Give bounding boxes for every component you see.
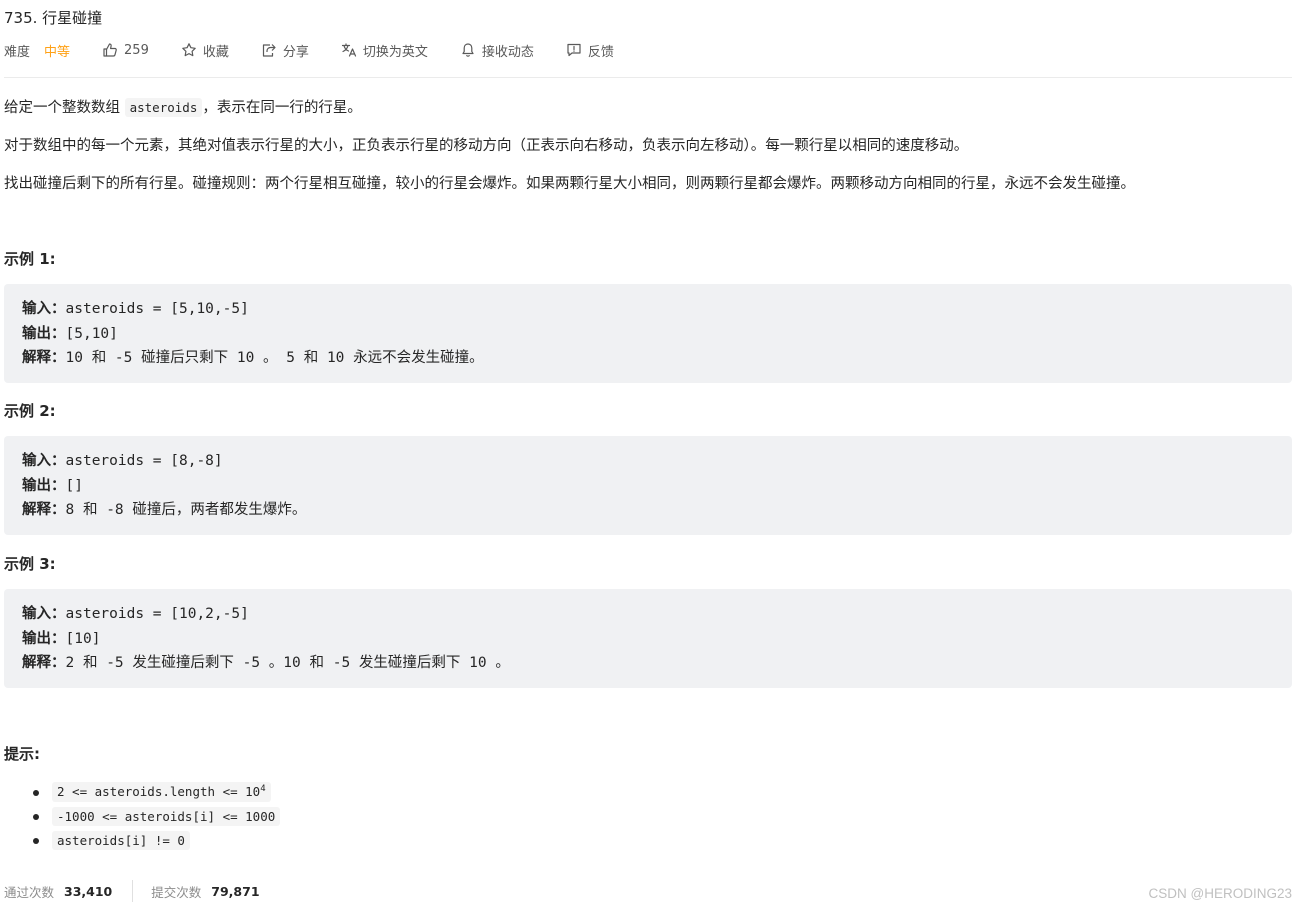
subscribe-label: 接收动态 [481, 44, 534, 60]
feedback-button[interactable]: 反馈 [566, 41, 614, 60]
submitted-label: 提交次数 [151, 884, 202, 900]
thumbs-up-icon [103, 43, 117, 57]
example-3-title: 示例 3: [4, 555, 56, 573]
submission-stats: 通过次数 33,410 提交次数 79,871 [4, 880, 260, 902]
example-input-line: 输入：asteroids = [8,-8] [22, 453, 223, 469]
inline-code: asteroids [124, 98, 203, 117]
share-label: 分享 [282, 44, 309, 60]
example-output-line: 输出：[10] [22, 630, 101, 647]
hint-code: -1000 <= asteroids[i] <= 1000 [52, 806, 281, 826]
like-count: 259 [124, 42, 149, 58]
example-explanation-line: 解释：2 和 -5 发生碰撞后剩下 -5 。10 和 -5 发生碰撞后剩下 10… [22, 655, 510, 672]
bullet-icon [33, 814, 39, 820]
submitted-count: 79,871 [211, 883, 260, 899]
example-1-title: 示例 1: [4, 250, 56, 268]
share-button[interactable]: 分享 [261, 41, 309, 60]
share-icon [262, 44, 276, 57]
watermark: CSDN @HERODING23 [1148, 886, 1292, 901]
bullet-icon [33, 790, 39, 796]
subscribe-button[interactable]: 接收动态 [460, 41, 534, 60]
difficulty-badge: 中等 [44, 44, 71, 60]
bullet-icon [33, 838, 39, 844]
example-output-line: 输出：[] [22, 477, 83, 494]
translate-button[interactable]: 切换为英文 [341, 41, 428, 60]
hints-title: 提示: [4, 745, 40, 763]
translate-icon [341, 43, 356, 57]
description-paragraph-1: 给定一个整数数组 asteroids ，表示在同一行的行星。 [4, 98, 362, 117]
feedback-label: 反馈 [587, 44, 614, 60]
example-explanation-line: 解释：8 和 -8 碰撞后，两者都发生爆炸。 [22, 502, 307, 519]
example-explanation-line: 解释：10 和 -5 碰撞后只剩下 10 。 5 和 10 永远不会发生碰撞。 [22, 350, 484, 367]
header-divider [4, 77, 1292, 78]
hint-code: asteroids[i] != 0 [52, 830, 190, 850]
example-input-line: 输入：asteroids = [5,10,-5] [22, 301, 249, 317]
accepted-count: 33,410 [64, 883, 113, 899]
hint-code: 2 <= asteroids.length <= 104 [52, 782, 271, 802]
description-paragraph-3: 找出碰撞后剩下的所有行星。碰撞规则：两个行星相互碰撞，较小的行星会爆炸。如果两颗… [4, 176, 1135, 192]
star-icon [182, 43, 196, 57]
problem-title: 735. 行星碰撞 [4, 9, 103, 27]
problem-meta-bar: 难度 中等 259 收藏 分享 切换为英文 接收动态 反馈 [4, 40, 646, 60]
description-paragraph-2: 对于数组中的每一个元素，其绝对值表示行星的大小，正负表示行星的移动方向（正表示向… [4, 138, 969, 154]
example-input-line: 输入：asteroids = [10,2,-5] [22, 606, 249, 622]
example-2-block: 输入：asteroids = [8,-8] 输出：[] 解释：8 和 -8 碰撞… [4, 436, 1292, 535]
translate-label: 切换为英文 [362, 44, 428, 60]
stats-divider [132, 880, 134, 902]
bell-icon [462, 43, 474, 57]
accepted-label: 通过次数 [4, 884, 55, 900]
hints-list: 2 <= asteroids.length <= 104 -1000 <= as… [33, 780, 281, 852]
feedback-icon [567, 43, 581, 57]
example-3-block: 输入：asteroids = [10,2,-5] 输出：[10] 解释：2 和 … [4, 589, 1292, 688]
example-1-block: 输入：asteroids = [5,10,-5] 输出：[5,10] 解释：10… [4, 284, 1292, 383]
like-button[interactable]: 259 [102, 42, 149, 58]
list-item: 2 <= asteroids.length <= 104 [33, 780, 280, 804]
list-item: -1000 <= asteroids[i] <= 1000 [33, 804, 281, 828]
example-2-title: 示例 2: [4, 402, 56, 420]
list-item: asteroids[i] != 0 [33, 828, 280, 852]
difficulty-label: 难度 [4, 44, 31, 60]
example-output-line: 输出：[5,10] [22, 325, 118, 342]
favorite-label: 收藏 [202, 44, 229, 60]
favorite-button[interactable]: 收藏 [181, 41, 229, 60]
